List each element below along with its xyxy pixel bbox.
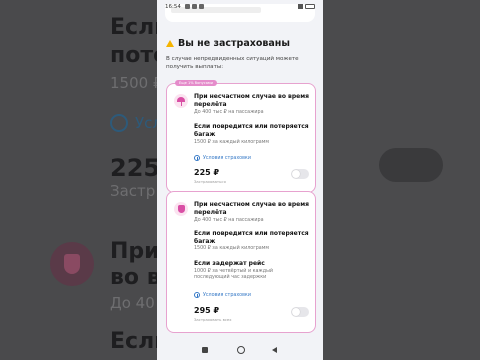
phone-screen: 16:54 Вы не застрахованы В случае непред… bbox=[157, 0, 323, 360]
insurance-option-card[interactable]: При несчастном случае во время перелёта … bbox=[166, 191, 316, 333]
system-icons bbox=[298, 3, 315, 9]
price-note: Застраховаться bbox=[194, 179, 226, 184]
bg-text: Застр bbox=[110, 182, 156, 200]
conditions-link[interactable]: Условия страховки bbox=[194, 292, 251, 298]
bg-text: Если bbox=[110, 329, 157, 354]
section-header: Вы не застрахованы bbox=[166, 38, 290, 49]
insurance-option-card[interactable]: Еще 1% бонусами При несчастном случае во… bbox=[166, 80, 316, 193]
coverage-title: При несчастном случае во время перелёта bbox=[194, 201, 309, 216]
bg-text: Усло bbox=[135, 114, 157, 132]
bonus-badge: Еще 1% бонусами bbox=[175, 80, 217, 86]
price: 295 ₽ bbox=[194, 306, 220, 315]
bg-text: Если bbox=[110, 15, 157, 40]
coverage-title: Если повредится или потеряется багаж bbox=[194, 123, 309, 138]
coverage-subtitle: 1000 ₽ за четвёртый и каждый последующий… bbox=[194, 269, 273, 280]
coverage-subtitle: До 400 тыс ₽ на пассажира bbox=[194, 110, 264, 115]
home-button[interactable] bbox=[237, 346, 245, 354]
section-title: Вы не застрахованы bbox=[178, 38, 290, 49]
status-time: 16:54 bbox=[165, 4, 181, 10]
bg-text: потер bbox=[110, 43, 157, 68]
coverage-subtitle: 1500 ₽ за каждый килограмм bbox=[194, 246, 269, 251]
wifi-icon bbox=[298, 3, 303, 9]
bg-text: При н bbox=[110, 239, 157, 264]
notification-icons bbox=[185, 3, 204, 9]
bg-text: 1500 ₽ bbox=[110, 74, 157, 92]
coverage-title: Если задержат рейс bbox=[194, 260, 265, 267]
battery-icon bbox=[305, 3, 315, 9]
conditions-label: Условия страховки bbox=[203, 292, 251, 298]
info-icon bbox=[194, 155, 200, 161]
bg-text: во вре bbox=[110, 265, 157, 290]
info-icon bbox=[194, 292, 200, 298]
bg-text: 225 bbox=[110, 154, 157, 182]
price: 225 ₽ bbox=[194, 168, 220, 177]
shield-icon bbox=[174, 202, 188, 216]
video-background-left: Если потер 1500 ₽ Усло 225 Застр При н в… bbox=[0, 0, 157, 360]
section-subtitle: В случае непредвиденных ситуаций можете … bbox=[166, 56, 299, 70]
coverage-title: Если повредится или потеряется багаж bbox=[194, 230, 309, 245]
bg-toggle bbox=[379, 148, 443, 182]
shield-icon bbox=[50, 242, 94, 286]
coverage-title: При несчастном случае во время перелёта bbox=[194, 93, 309, 108]
back-button[interactable] bbox=[272, 346, 277, 353]
price-note: Застраховать всех bbox=[194, 317, 232, 322]
info-icon bbox=[110, 114, 128, 132]
conditions-link[interactable]: Условия страховки bbox=[194, 155, 251, 161]
system-nav-bar bbox=[157, 340, 323, 360]
conditions-label: Условия страховки bbox=[203, 155, 251, 161]
status-bar: 16:54 bbox=[157, 0, 323, 14]
coverage-subtitle: До 400 тыс ₽ на пассажира bbox=[194, 218, 264, 223]
umbrella-icon bbox=[174, 94, 188, 108]
bg-text: До 40 bbox=[110, 294, 155, 312]
video-background-right bbox=[323, 0, 480, 360]
recent-apps-button[interactable] bbox=[202, 347, 208, 353]
coverage-subtitle: 1500 ₽ за каждый килограмм bbox=[194, 140, 269, 145]
warning-icon bbox=[166, 40, 174, 47]
insurance-toggle[interactable] bbox=[291, 169, 309, 179]
insurance-toggle[interactable] bbox=[291, 307, 309, 317]
